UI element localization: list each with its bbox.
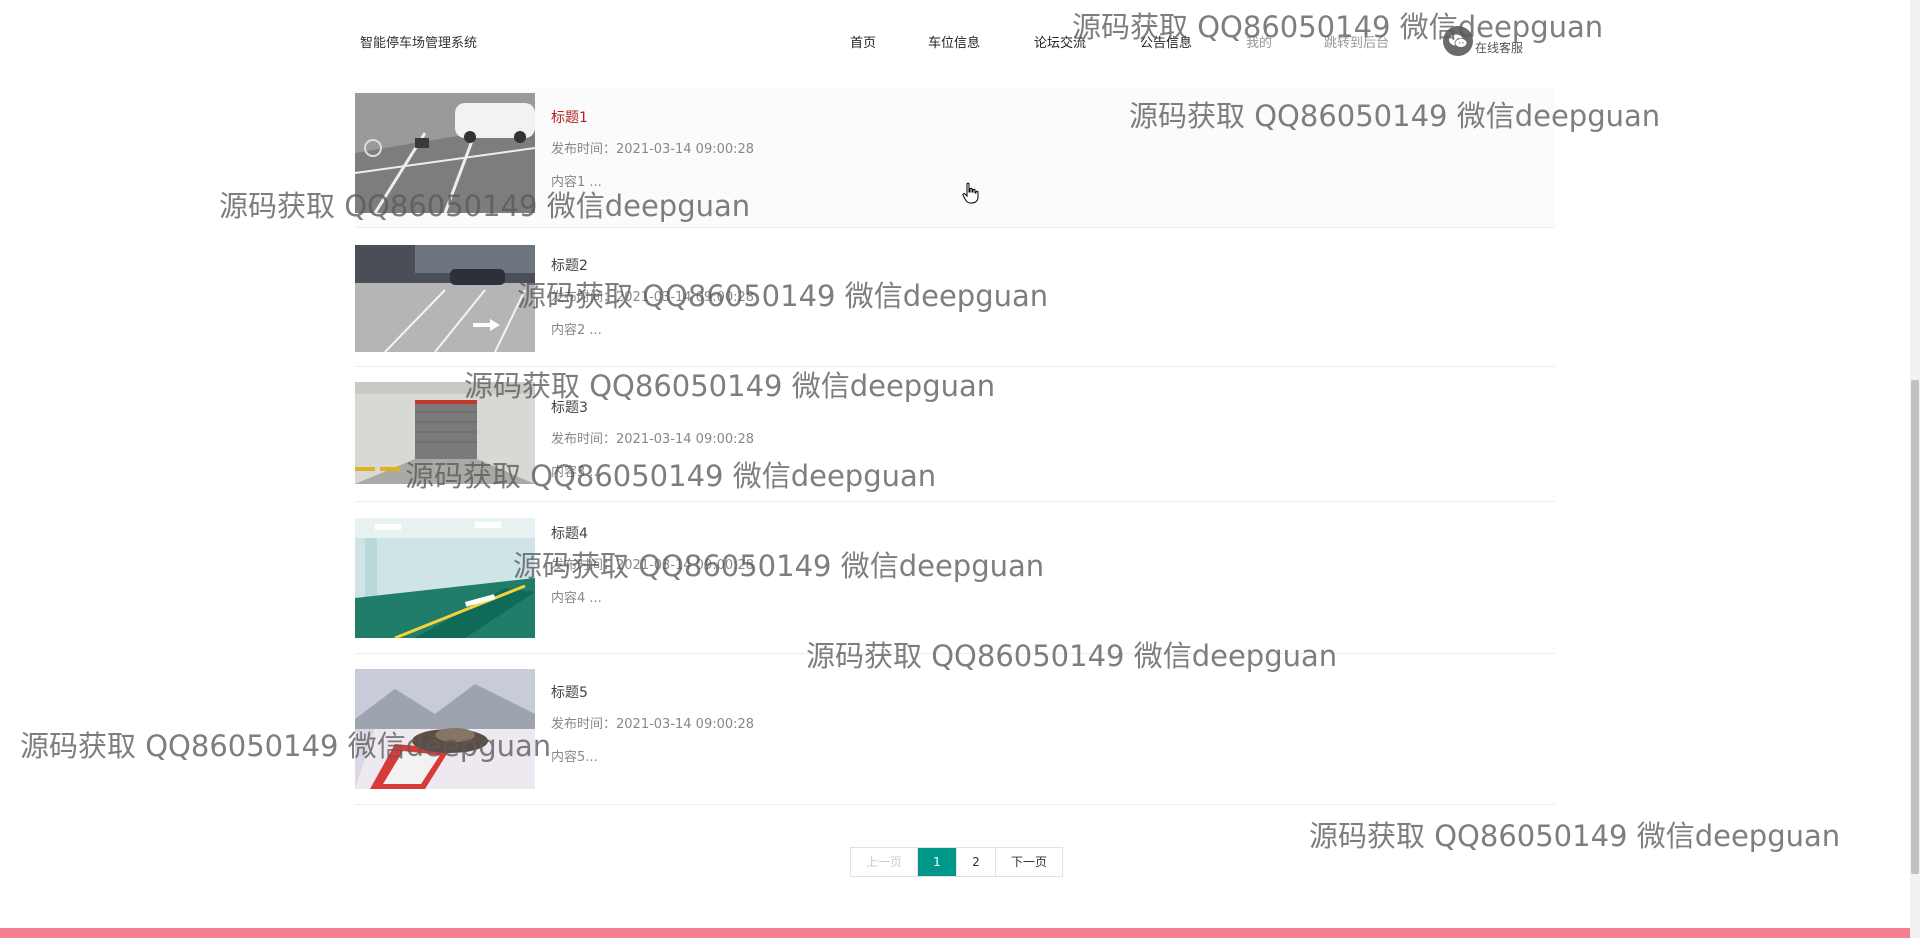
article-thumbnail[interactable] [355, 669, 535, 789]
article-title[interactable]: 标题5 [551, 682, 754, 702]
article-snippet: 内容3 ... [551, 465, 602, 480]
article-thumbnail[interactable] [355, 93, 535, 213]
article-snippet: 内容5... [551, 750, 598, 765]
pagination: 上一页 1 2 下一页 [850, 847, 1063, 877]
article-item[interactable]: 标题1 发布时间：2021-03-14 09:00:28 内容1 ... [355, 87, 1555, 228]
article-item[interactable]: 标题4 发布时间：2021-03-14 09:00:28 内容4 ... [355, 502, 1555, 654]
page-2-button[interactable]: 2 [957, 848, 996, 876]
page-1-button[interactable]: 1 [918, 848, 957, 876]
nav-notices[interactable]: 公告信息 [1140, 32, 1246, 51]
article-title[interactable]: 标题2 [551, 255, 754, 275]
watermark: 源码获取 QQ86050149 微信deepguan [1309, 819, 1841, 853]
article-item[interactable]: 标题2 发布时间：2021-03-14 09:00:28 内容2 ... [355, 228, 1555, 367]
nav-home[interactable]: 首页 [850, 32, 928, 51]
article-list: 标题1 发布时间：2021-03-14 09:00:28 内容1 ... 标题2… [355, 87, 1555, 805]
article-snippet: 内容2 ... [551, 323, 602, 338]
nav-admin[interactable]: 跳转到后台 [1324, 32, 1444, 51]
main-nav: 首页 车位信息 论坛交流 公告信息 我的 跳转到后台 [850, 32, 1444, 51]
article-title[interactable]: 标题1 [551, 107, 754, 127]
online-service-label: 在线客服 [1475, 40, 1524, 55]
article-title[interactable]: 标题4 [551, 523, 754, 543]
scrollbar-thumb[interactable] [1911, 380, 1919, 874]
article-time: 发布时间：2021-03-14 09:00:28 [551, 290, 755, 305]
article-title[interactable]: 标题3 [551, 397, 754, 417]
article-thumbnail[interactable] [355, 382, 535, 484]
article-time: 发布时间：2021-03-14 09:00:28 [551, 717, 755, 732]
online-service-button[interactable]: 在线客服 [1443, 26, 1523, 56]
article-snippet: 内容4 ... [551, 591, 602, 606]
nav-mine[interactable]: 我的 [1246, 32, 1324, 51]
article-time: 发布时间：2021-03-14 09:00:28 [551, 558, 755, 573]
article-thumbnail[interactable] [355, 518, 535, 638]
page: 智能停车场管理系统 首页 车位信息 论坛交流 公告信息 我的 跳转到后台 在线客… [0, 0, 1920, 938]
article-snippet: 内容1 ... [551, 175, 602, 190]
top-header: 智能停车场管理系统 首页 车位信息 论坛交流 公告信息 我的 跳转到后台 在线客… [0, 0, 1910, 80]
wechat-icon [1443, 26, 1473, 56]
prev-page-button[interactable]: 上一页 [851, 848, 918, 876]
article-thumbnail[interactable] [355, 245, 535, 352]
site-brand[interactable]: 智能停车场管理系统 [360, 32, 477, 51]
nav-parking-info[interactable]: 车位信息 [928, 32, 1034, 51]
article-item[interactable]: 标题3 发布时间：2021-03-14 09:00:28 内容3 ... [355, 367, 1555, 502]
article-time: 发布时间：2021-03-14 09:00:28 [551, 432, 755, 447]
next-page-button[interactable]: 下一页 [996, 848, 1062, 876]
page-scrollbar[interactable] [1910, 0, 1920, 938]
hand-cursor-icon [962, 182, 980, 208]
footer-bar [0, 928, 1920, 938]
article-time: 发布时间：2021-03-14 09:00:28 [551, 142, 755, 157]
article-item[interactable]: 标题5 发布时间：2021-03-14 09:00:28 内容5... [355, 654, 1555, 805]
nav-forum[interactable]: 论坛交流 [1034, 32, 1140, 51]
